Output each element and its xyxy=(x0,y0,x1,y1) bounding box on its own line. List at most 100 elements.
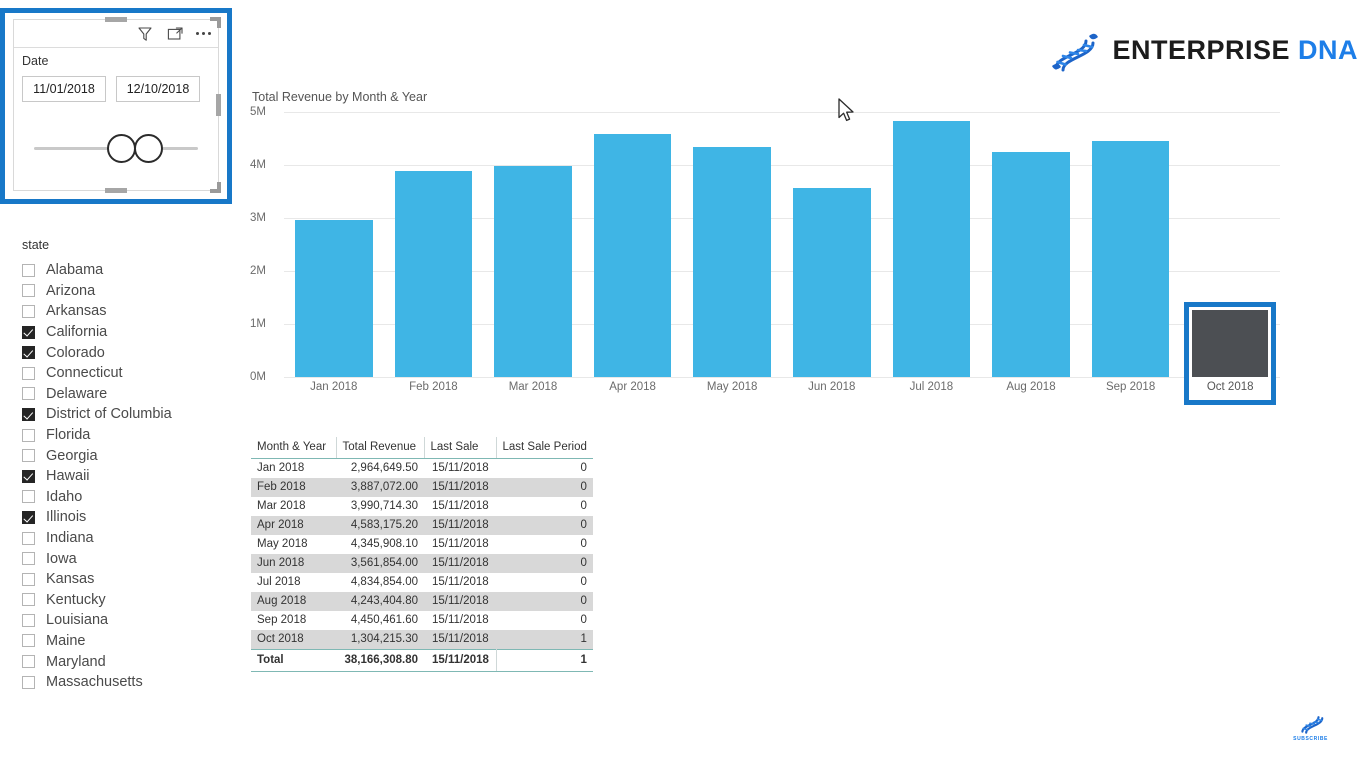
x-axis-tick-label[interactable]: Mar 2018 xyxy=(483,381,583,393)
table-row[interactable]: Jan 2018 2,964,649.50 15/11/2018 0 xyxy=(251,459,593,479)
focus-mode-icon[interactable] xyxy=(166,25,184,43)
table-cell-month: Aug 2018 xyxy=(251,592,336,611)
state-list-item[interactable]: Florida xyxy=(22,425,232,446)
state-list-item[interactable]: Illinois xyxy=(22,507,232,528)
resize-handle-bottom-right[interactable] xyxy=(210,182,221,193)
state-list-item[interactable]: Alabama xyxy=(22,260,232,281)
date-range-slider[interactable] xyxy=(26,130,206,166)
table-column-header[interactable]: Total Revenue xyxy=(336,437,425,459)
checkbox-checked-icon[interactable] xyxy=(22,469,35,483)
resize-handle-top[interactable] xyxy=(105,17,127,22)
table-row[interactable]: Mar 2018 3,990,714.30 15/11/2018 0 xyxy=(251,497,593,516)
x-axis-tick-label[interactable]: Apr 2018 xyxy=(583,381,683,393)
state-list-item[interactable]: Arkansas xyxy=(22,301,232,322)
checkbox-checked-icon[interactable] xyxy=(22,407,35,421)
slider-handle-start[interactable] xyxy=(107,134,136,163)
state-list-item[interactable]: Louisiana xyxy=(22,610,232,631)
checkbox-unchecked-icon[interactable] xyxy=(22,387,35,401)
chart-bar[interactable] xyxy=(1091,141,1170,377)
checkbox-unchecked-icon[interactable] xyxy=(22,572,35,586)
checkbox-checked-icon[interactable] xyxy=(22,510,35,524)
table-column-header[interactable]: Last Sale Period xyxy=(496,437,593,459)
table-row[interactable]: Sep 2018 4,450,461.60 15/11/2018 0 xyxy=(251,611,593,630)
x-axis-tick-label[interactable]: Sep 2018 xyxy=(1081,381,1181,393)
resize-handle-top-right[interactable] xyxy=(210,17,221,28)
state-list-item[interactable]: District of Columbia xyxy=(22,404,232,425)
filter-icon[interactable] xyxy=(136,25,154,43)
checkbox-unchecked-icon[interactable] xyxy=(22,490,35,504)
checkbox-unchecked-icon[interactable] xyxy=(22,675,35,689)
x-axis-tick-label[interactable]: Jan 2018 xyxy=(284,381,384,393)
chart-bars xyxy=(284,112,1280,405)
checkbox-checked-icon[interactable] xyxy=(22,325,35,339)
resize-handle-right[interactable] xyxy=(216,94,221,116)
end-date-input[interactable]: 12/10/2018 xyxy=(116,76,200,102)
chart-bar[interactable] xyxy=(294,219,373,377)
state-list-item[interactable]: Delaware xyxy=(22,384,232,405)
checkbox-unchecked-icon[interactable] xyxy=(22,428,35,442)
checkbox-unchecked-icon[interactable] xyxy=(22,449,35,463)
state-list-item[interactable]: Massachusetts xyxy=(22,672,232,693)
x-axis-tick-label[interactable]: Jun 2018 xyxy=(782,381,882,393)
x-axis-tick-label[interactable]: Aug 2018 xyxy=(981,381,1081,393)
checkbox-unchecked-icon[interactable] xyxy=(22,531,35,545)
state-list-item[interactable]: Connecticut xyxy=(22,363,232,384)
state-list-item[interactable]: Maine xyxy=(22,631,232,652)
chart-bar[interactable] xyxy=(494,165,572,377)
checkbox-unchecked-icon[interactable] xyxy=(22,613,35,627)
table-row[interactable]: Jul 2018 4,834,854.00 15/11/2018 0 xyxy=(251,573,593,592)
checkbox-unchecked-icon[interactable] xyxy=(22,366,35,380)
checkbox-checked-icon[interactable] xyxy=(22,346,35,360)
chart-bar[interactable] xyxy=(593,134,672,377)
state-list-item[interactable]: Arizona xyxy=(22,281,232,302)
checkbox-unchecked-icon[interactable] xyxy=(22,263,35,277)
revenue-bar-chart-visual[interactable]: Total Revenue by Month & Year 5M 4M 3M 2M 1M… xyxy=(250,90,1280,410)
table-cell-last-sale: 15/11/2018 xyxy=(432,500,489,512)
resize-handle-bottom[interactable] xyxy=(105,188,127,193)
table-row[interactable]: Apr 2018 4,583,175.20 15/11/2018 0 xyxy=(251,516,593,535)
state-list-item[interactable]: Maryland xyxy=(22,651,232,672)
checkbox-unchecked-icon[interactable] xyxy=(22,634,35,648)
state-item-label: District of Columbia xyxy=(46,406,172,423)
state-list-item[interactable]: Idaho xyxy=(22,487,232,508)
checkbox-unchecked-icon[interactable] xyxy=(22,284,35,298)
state-item-label: Georgia xyxy=(46,447,98,464)
state-list-item[interactable]: Colorado xyxy=(22,342,232,363)
x-axis-tick-label[interactable]: Jul 2018 xyxy=(882,381,982,393)
state-list-item[interactable]: Indiana xyxy=(22,528,232,549)
state-list-item[interactable]: Kentucky xyxy=(22,590,232,611)
table-column-header[interactable]: Month & Year xyxy=(251,437,337,459)
x-axis-tick-label[interactable]: Oct 2018 xyxy=(1180,381,1280,393)
x-axis-tick-label[interactable]: May 2018 xyxy=(682,381,782,393)
checkbox-unchecked-icon[interactable] xyxy=(22,304,35,318)
y-axis-tick-label: 0M xyxy=(250,371,266,383)
table-row[interactable]: May 2018 4,345,908.10 15/11/2018 0 xyxy=(251,535,593,554)
table-row[interactable]: Feb 2018 3,887,072.00 15/11/2018 0 xyxy=(251,478,593,497)
checkbox-unchecked-icon[interactable] xyxy=(22,552,35,566)
revenue-table-visual[interactable]: Month & Year Total Revenue Last Sale Last S… xyxy=(251,437,593,672)
table-row[interactable]: Aug 2018 4,243,404.80 15/11/2018 0 xyxy=(251,592,593,611)
date-slicer-visual[interactable]: Date 11/01/2018 12/10/2018 xyxy=(0,8,232,204)
slider-handle-end[interactable] xyxy=(134,134,163,163)
checkbox-unchecked-icon[interactable] xyxy=(22,655,35,669)
x-axis-tick-label[interactable]: Feb 2018 xyxy=(384,381,484,393)
table-column-header[interactable]: Last Sale xyxy=(424,437,497,459)
state-list-item[interactable]: Georgia xyxy=(22,445,232,466)
state-list-item[interactable]: Kansas xyxy=(22,569,232,590)
checkbox-unchecked-icon[interactable] xyxy=(22,593,35,607)
chart-bar[interactable] xyxy=(992,152,1070,377)
more-options-icon[interactable] xyxy=(196,25,211,43)
chart-bar[interactable] xyxy=(792,188,871,377)
state-list-item[interactable]: California xyxy=(22,322,232,343)
chart-bar[interactable] xyxy=(693,146,772,377)
state-slicer-label: state xyxy=(22,238,50,252)
chart-bar[interactable] xyxy=(394,171,473,377)
table-row[interactable]: Jun 2018 3,561,854.00 15/11/2018 0 xyxy=(251,554,593,573)
state-list-item[interactable]: Iowa xyxy=(22,548,232,569)
subscribe-badge[interactable]: SUBSCRIBE xyxy=(1293,709,1328,742)
table-header: Month & Year Total Revenue Last Sale Last S… xyxy=(251,437,593,459)
start-date-input[interactable]: 11/01/2018 xyxy=(22,76,106,102)
chart-bar[interactable] xyxy=(892,120,971,377)
table-row[interactable]: Oct 2018 1,304,215.30 15/11/2018 1 xyxy=(251,630,593,650)
state-list-item[interactable]: Hawaii xyxy=(22,466,232,487)
